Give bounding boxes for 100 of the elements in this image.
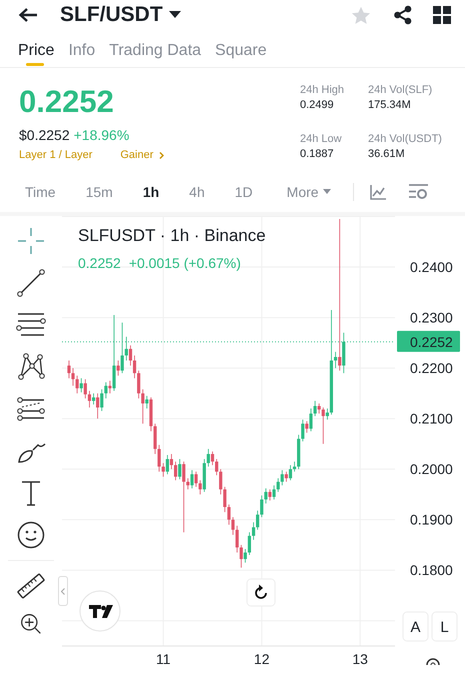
candlestick xyxy=(240,544,243,568)
settings-icon[interactable] xyxy=(426,658,440,665)
candlestick xyxy=(342,332,346,374)
tag-link[interactable]: Gainer xyxy=(120,149,154,161)
emoji-icon[interactable] xyxy=(16,520,46,550)
interval-dropdown[interactable]: More xyxy=(286,184,331,200)
candlestick xyxy=(128,344,132,366)
ruler-icon[interactable] xyxy=(16,571,46,601)
candlestick xyxy=(96,392,100,420)
candlestick xyxy=(104,382,108,399)
candlestick xyxy=(76,375,79,394)
candlestick xyxy=(292,461,296,472)
chart-quote: 0.2252 xyxy=(78,255,121,271)
candlestick xyxy=(256,510,260,530)
tab[interactable]: Info xyxy=(68,42,96,68)
candlestick xyxy=(108,380,112,394)
stat-value: 175.34M xyxy=(368,99,412,111)
tab[interactable]: Square xyxy=(215,42,267,68)
candlestick xyxy=(116,360,120,376)
candlestick xyxy=(124,336,128,361)
caret-icon xyxy=(322,189,331,195)
candlestick xyxy=(100,388,104,412)
chart-title: SLFUSDT · 1h · Binance xyxy=(78,226,266,245)
stat-label: 24h Vol(USDT) xyxy=(368,133,443,145)
star-icon[interactable] xyxy=(351,6,371,24)
stat-value: 36.61M xyxy=(368,148,406,160)
candlestick xyxy=(112,314,116,392)
candlestick xyxy=(71,368,75,386)
candlestick xyxy=(88,390,92,408)
chart-type-icon[interactable] xyxy=(370,184,386,200)
x-axis-label: 11 xyxy=(156,651,171,665)
interval-tab[interactable]: 15m xyxy=(86,184,113,200)
candlestick xyxy=(178,458,182,480)
interval-tab[interactable]: 4h xyxy=(189,184,205,200)
tag-link[interactable]: Layer 1 / Layer xyxy=(19,149,92,161)
candlestick xyxy=(182,461,186,533)
trend-line-icon[interactable] xyxy=(16,268,46,298)
pattern-icon[interactable] xyxy=(16,352,46,382)
interval-tab[interactable]: Time xyxy=(25,184,56,200)
x-axis-label: 13 xyxy=(352,651,368,665)
candlestick xyxy=(313,400,317,416)
candlestick xyxy=(280,470,284,486)
current-price-badge: 0.2252 xyxy=(397,330,460,352)
tab[interactable]: Price xyxy=(18,42,54,68)
candlestick xyxy=(309,408,313,432)
candlestick xyxy=(174,461,178,481)
y-axis-label: 0.2200 xyxy=(410,360,453,376)
candlestick xyxy=(305,420,308,434)
candlestick xyxy=(137,370,140,399)
interval-tab[interactable]: 1D xyxy=(234,184,253,200)
crosshair-icon[interactable] xyxy=(16,226,46,256)
candlestick xyxy=(288,464,292,481)
candlestick xyxy=(80,378,83,393)
price-change: +18.96% xyxy=(74,127,130,143)
back-icon[interactable] xyxy=(18,7,38,23)
candlestick xyxy=(252,522,256,540)
pair-title[interactable]: SLF/USDT xyxy=(60,3,163,27)
y-axis-label: 0.2300 xyxy=(410,310,453,326)
stat-label: 24h Low xyxy=(300,133,343,145)
y-axis-label: 0.1900 xyxy=(410,512,453,528)
scale-button[interactable]: L xyxy=(432,612,458,642)
tab[interactable]: Trading Data xyxy=(109,42,202,68)
candlestick xyxy=(170,454,174,470)
usd-price: $0.2252 xyxy=(19,127,70,143)
grid-icon[interactable] xyxy=(433,6,451,24)
chevron-icon xyxy=(61,588,65,594)
last-price: 0.2252 xyxy=(19,84,115,120)
share-icon[interactable] xyxy=(393,5,413,25)
candlestick xyxy=(338,218,342,372)
candlestick xyxy=(322,407,325,444)
candlestick xyxy=(284,471,288,482)
candlestick xyxy=(272,484,276,500)
y-axis-label: 0.1800 xyxy=(410,562,453,578)
candlestick xyxy=(84,378,87,399)
caret-icon[interactable] xyxy=(168,11,181,19)
stat-label: 24h High xyxy=(300,84,346,96)
candlestick xyxy=(141,388,144,424)
interval-tab[interactable]: 1h xyxy=(142,184,160,200)
candlestick xyxy=(166,454,170,475)
candlestick xyxy=(198,480,202,495)
chart-change: +0.0015 (+0.67%) xyxy=(128,255,241,271)
y-axis-label: 0.2000 xyxy=(410,461,453,478)
candlestick xyxy=(236,525,239,553)
scale-button[interactable]: A xyxy=(402,612,428,642)
collapse-handle[interactable] xyxy=(58,576,68,606)
reset-button[interactable] xyxy=(246,578,276,606)
candlestick xyxy=(223,486,226,512)
candlestick xyxy=(120,322,124,374)
chevron-icon xyxy=(159,152,164,158)
candlestick xyxy=(260,495,264,518)
logo-button[interactable] xyxy=(80,590,120,632)
candlestick xyxy=(154,423,157,454)
candlestick xyxy=(268,488,272,501)
y-axis-label: 0.2100 xyxy=(410,410,453,427)
candlestick xyxy=(92,392,96,405)
candlestick xyxy=(231,516,235,536)
candlestick xyxy=(132,355,136,379)
candlestick xyxy=(244,548,247,564)
stat-label: 24h Vol(SLF) xyxy=(368,84,434,96)
candlestick xyxy=(301,419,304,442)
